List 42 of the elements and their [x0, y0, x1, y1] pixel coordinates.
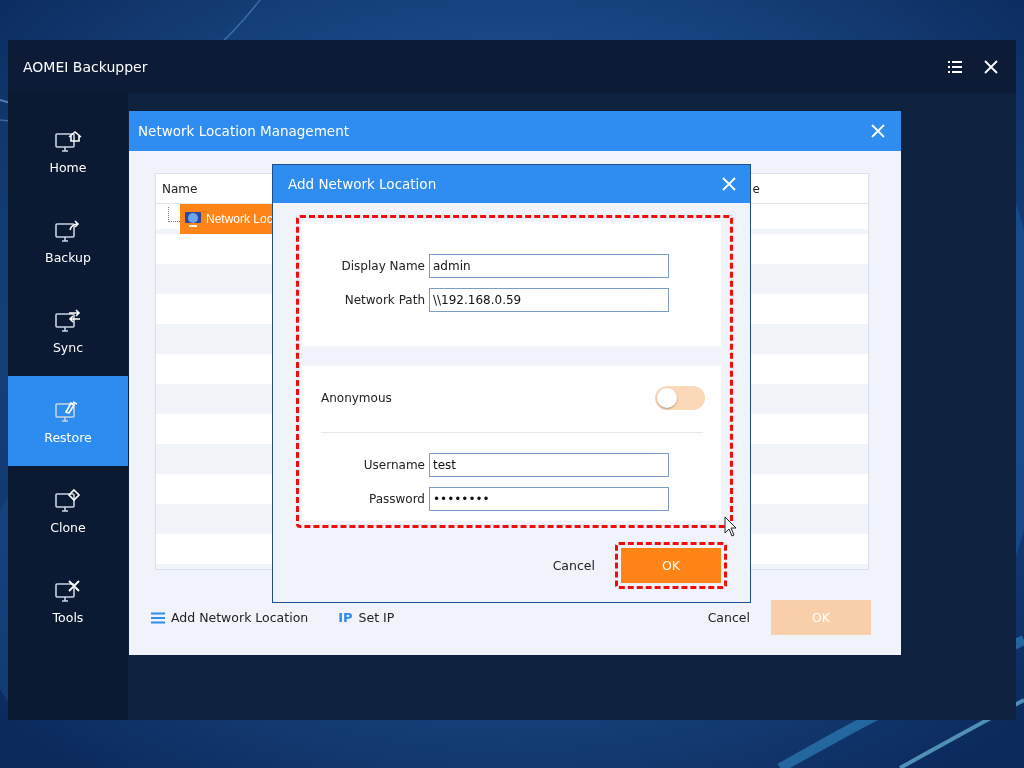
sidebar-label: Home: [49, 159, 87, 175]
input-field[interactable]: test: [429, 453, 669, 477]
cursor-icon: [724, 516, 738, 537]
field-label: Display Name: [340, 259, 426, 273]
clone-icon: [54, 487, 82, 514]
close-icon: [984, 59, 998, 74]
sync-icon: [54, 307, 82, 334]
dialog-title: Add Network Location: [288, 176, 437, 192]
menu-icon: [948, 60, 962, 73]
sidebar-label: Restore: [44, 429, 92, 445]
add-location-button[interactable]: Add Network Location: [151, 610, 309, 625]
anonymous-toggle[interactable]: [655, 386, 705, 410]
set-ip-button[interactable]: IP Set IP: [338, 610, 395, 625]
input-field[interactable]: \\192.168.0.59: [429, 288, 669, 312]
sidebar-item[interactable]: Sync: [8, 286, 128, 376]
sidebar-label: Backup: [45, 249, 91, 265]
column-header: e: [752, 181, 760, 196]
column-header: Name: [162, 181, 198, 196]
globe-icon: [184, 210, 202, 228]
close-icon: [722, 177, 736, 191]
dialog-title: Network Location Management: [138, 123, 349, 139]
window-title: AOMEI Backupper: [23, 58, 149, 75]
field-label: Username: [362, 458, 426, 472]
tools-icon: [54, 577, 82, 604]
sidebar-item[interactable]: Home: [8, 106, 128, 196]
list-icon: [151, 611, 165, 624]
backup-icon: [54, 217, 82, 244]
cancel-button[interactable]: Cancel: [552, 558, 595, 573]
sidebar-item[interactable]: Clone: [8, 466, 128, 556]
toggle-label: Anonymous: [321, 391, 392, 405]
close-icon: [871, 124, 885, 138]
sidebar-item[interactable]: Backup: [8, 196, 128, 286]
sidebar-item[interactable]: Tools: [8, 556, 128, 646]
input-field[interactable]: admin: [429, 254, 669, 278]
cancel-button[interactable]: Cancel: [707, 610, 750, 625]
sidebar-label: Sync: [52, 339, 84, 355]
field-label: Network Path: [343, 293, 426, 307]
password-field[interactable]: ••••••••: [429, 487, 669, 511]
field-label: Password: [367, 492, 426, 506]
sidebar-label: Clone: [50, 519, 86, 535]
sidebar-label: Tools: [52, 609, 84, 625]
ip-icon: IP: [338, 610, 353, 625]
